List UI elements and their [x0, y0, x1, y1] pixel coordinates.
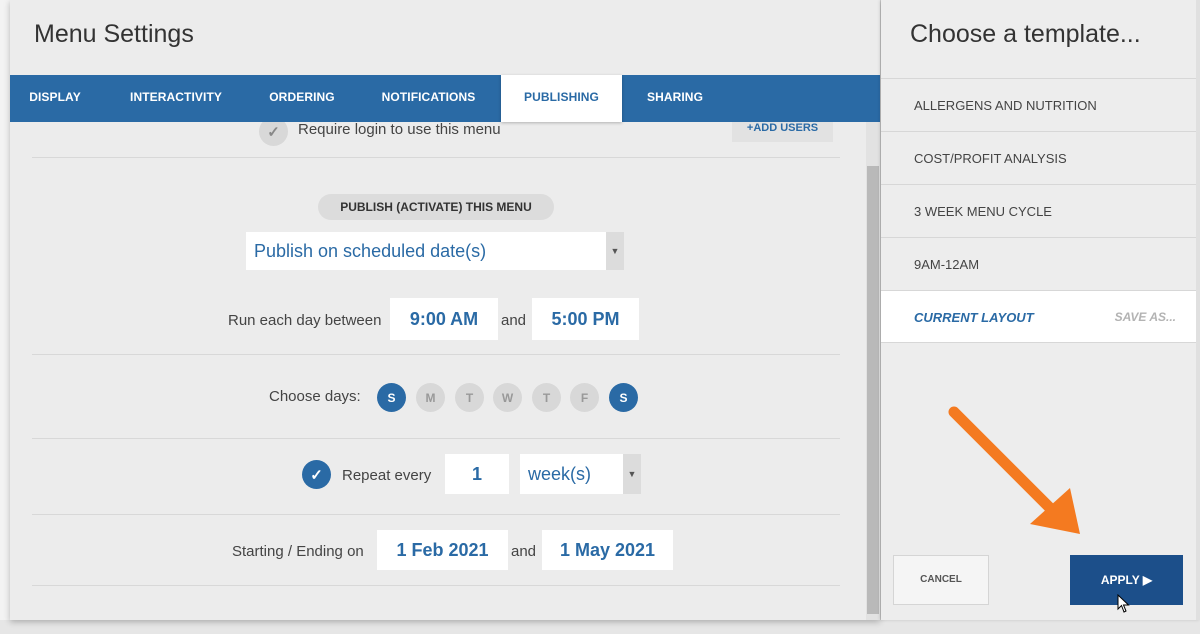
publish-mode-value: Publish on scheduled date(s)	[254, 240, 487, 261]
panel-scrollbar[interactable]	[1196, 0, 1200, 620]
day-toggle-wednesday[interactable]: W	[493, 383, 522, 412]
require-login-checkbox[interactable]: ✓	[259, 122, 288, 146]
publish-heading: PUBLISH (ACTIVATE) THIS MENU	[318, 194, 554, 220]
end-date-input[interactable]: 1 May 2021	[542, 530, 673, 570]
divider	[32, 585, 840, 586]
repeat-count-input[interactable]: 1	[445, 454, 509, 494]
day-toggle-tuesday[interactable]: T	[455, 383, 484, 412]
tab-notifications[interactable]: NOTIFICATIONS	[371, 75, 486, 122]
date-range-and-label: and	[511, 543, 537, 560]
day-toggle-sunday[interactable]: S	[377, 383, 406, 412]
divider	[32, 157, 840, 158]
current-layout-label: CURRENT LAYOUT	[914, 310, 1034, 325]
current-layout-item[interactable]: CURRENT LAYOUT SAVE AS...	[881, 290, 1196, 343]
menu-settings-modal: Menu Settings DISPLAY INTERACTIVITY ORDE…	[10, 0, 880, 620]
publishing-content: ✓ Require login to use this menu +ADD US…	[10, 122, 862, 620]
mouse-cursor-icon	[1117, 594, 1130, 613]
repeat-unit-select[interactable]: week(s) ▼	[520, 454, 641, 494]
cancel-button[interactable]: CANCEL	[893, 555, 989, 605]
page-background-bottom	[0, 620, 1200, 634]
day-toggle-monday[interactable]: M	[416, 383, 445, 412]
template-item[interactable]: 9AM-12AM	[881, 237, 1196, 290]
tab-interactivity[interactable]: INTERACTIVITY	[117, 75, 235, 122]
save-as-link[interactable]: SAVE AS...	[1115, 291, 1176, 344]
day-toggle-saturday[interactable]: S	[609, 383, 638, 412]
repeat-unit-value: week(s)	[528, 463, 592, 484]
content-scrollbar[interactable]	[866, 122, 880, 620]
tab-display[interactable]: DISPLAY	[10, 75, 100, 122]
annotation-arrow-icon	[948, 406, 1080, 534]
template-item[interactable]: ALLERGENS AND NUTRITION	[881, 78, 1196, 131]
panel-title: Choose a template...	[910, 20, 1141, 48]
day-toggle-friday[interactable]: F	[570, 383, 599, 412]
start-date-input[interactable]: 1 Feb 2021	[377, 530, 508, 570]
divider	[32, 438, 840, 439]
divider	[32, 354, 840, 355]
repeat-label: Repeat every	[342, 467, 432, 484]
repeat-checkbox[interactable]: ✓	[302, 460, 331, 489]
start-time-input[interactable]: 9:00 AM	[390, 298, 498, 340]
end-time-input[interactable]: 5:00 PM	[532, 298, 639, 340]
template-item[interactable]: 3 WEEK MENU CYCLE	[881, 184, 1196, 237]
scrollbar-thumb[interactable]	[867, 166, 879, 614]
publish-mode-select[interactable]: Publish on scheduled date(s) ▼	[246, 232, 624, 270]
day-toggle-thursday[interactable]: T	[532, 383, 561, 412]
run-time-and-label: and	[501, 312, 527, 329]
template-list: ALLERGENS AND NUTRITION COST/PROFIT ANAL…	[881, 78, 1196, 343]
run-time-label: Run each day between	[228, 312, 382, 329]
choose-days-label: Choose days:	[269, 388, 361, 405]
date-range-label: Starting / Ending on	[232, 543, 364, 560]
modal-title: Menu Settings	[34, 20, 194, 48]
template-item[interactable]: COST/PROFIT ANALYSIS	[881, 131, 1196, 184]
tab-sharing[interactable]: SHARING	[640, 75, 710, 122]
divider	[32, 514, 840, 515]
require-login-label: Require login to use this menu	[298, 122, 501, 138]
chevron-down-icon: ▼	[606, 232, 624, 270]
settings-tab-bar: DISPLAY INTERACTIVITY ORDERING NOTIFICAT…	[10, 75, 880, 122]
chevron-down-icon: ▼	[623, 454, 641, 494]
tab-ordering[interactable]: ORDERING	[258, 75, 346, 122]
add-users-button[interactable]: +ADD USERS	[732, 122, 833, 142]
tab-publishing[interactable]: PUBLISHING	[501, 75, 622, 122]
